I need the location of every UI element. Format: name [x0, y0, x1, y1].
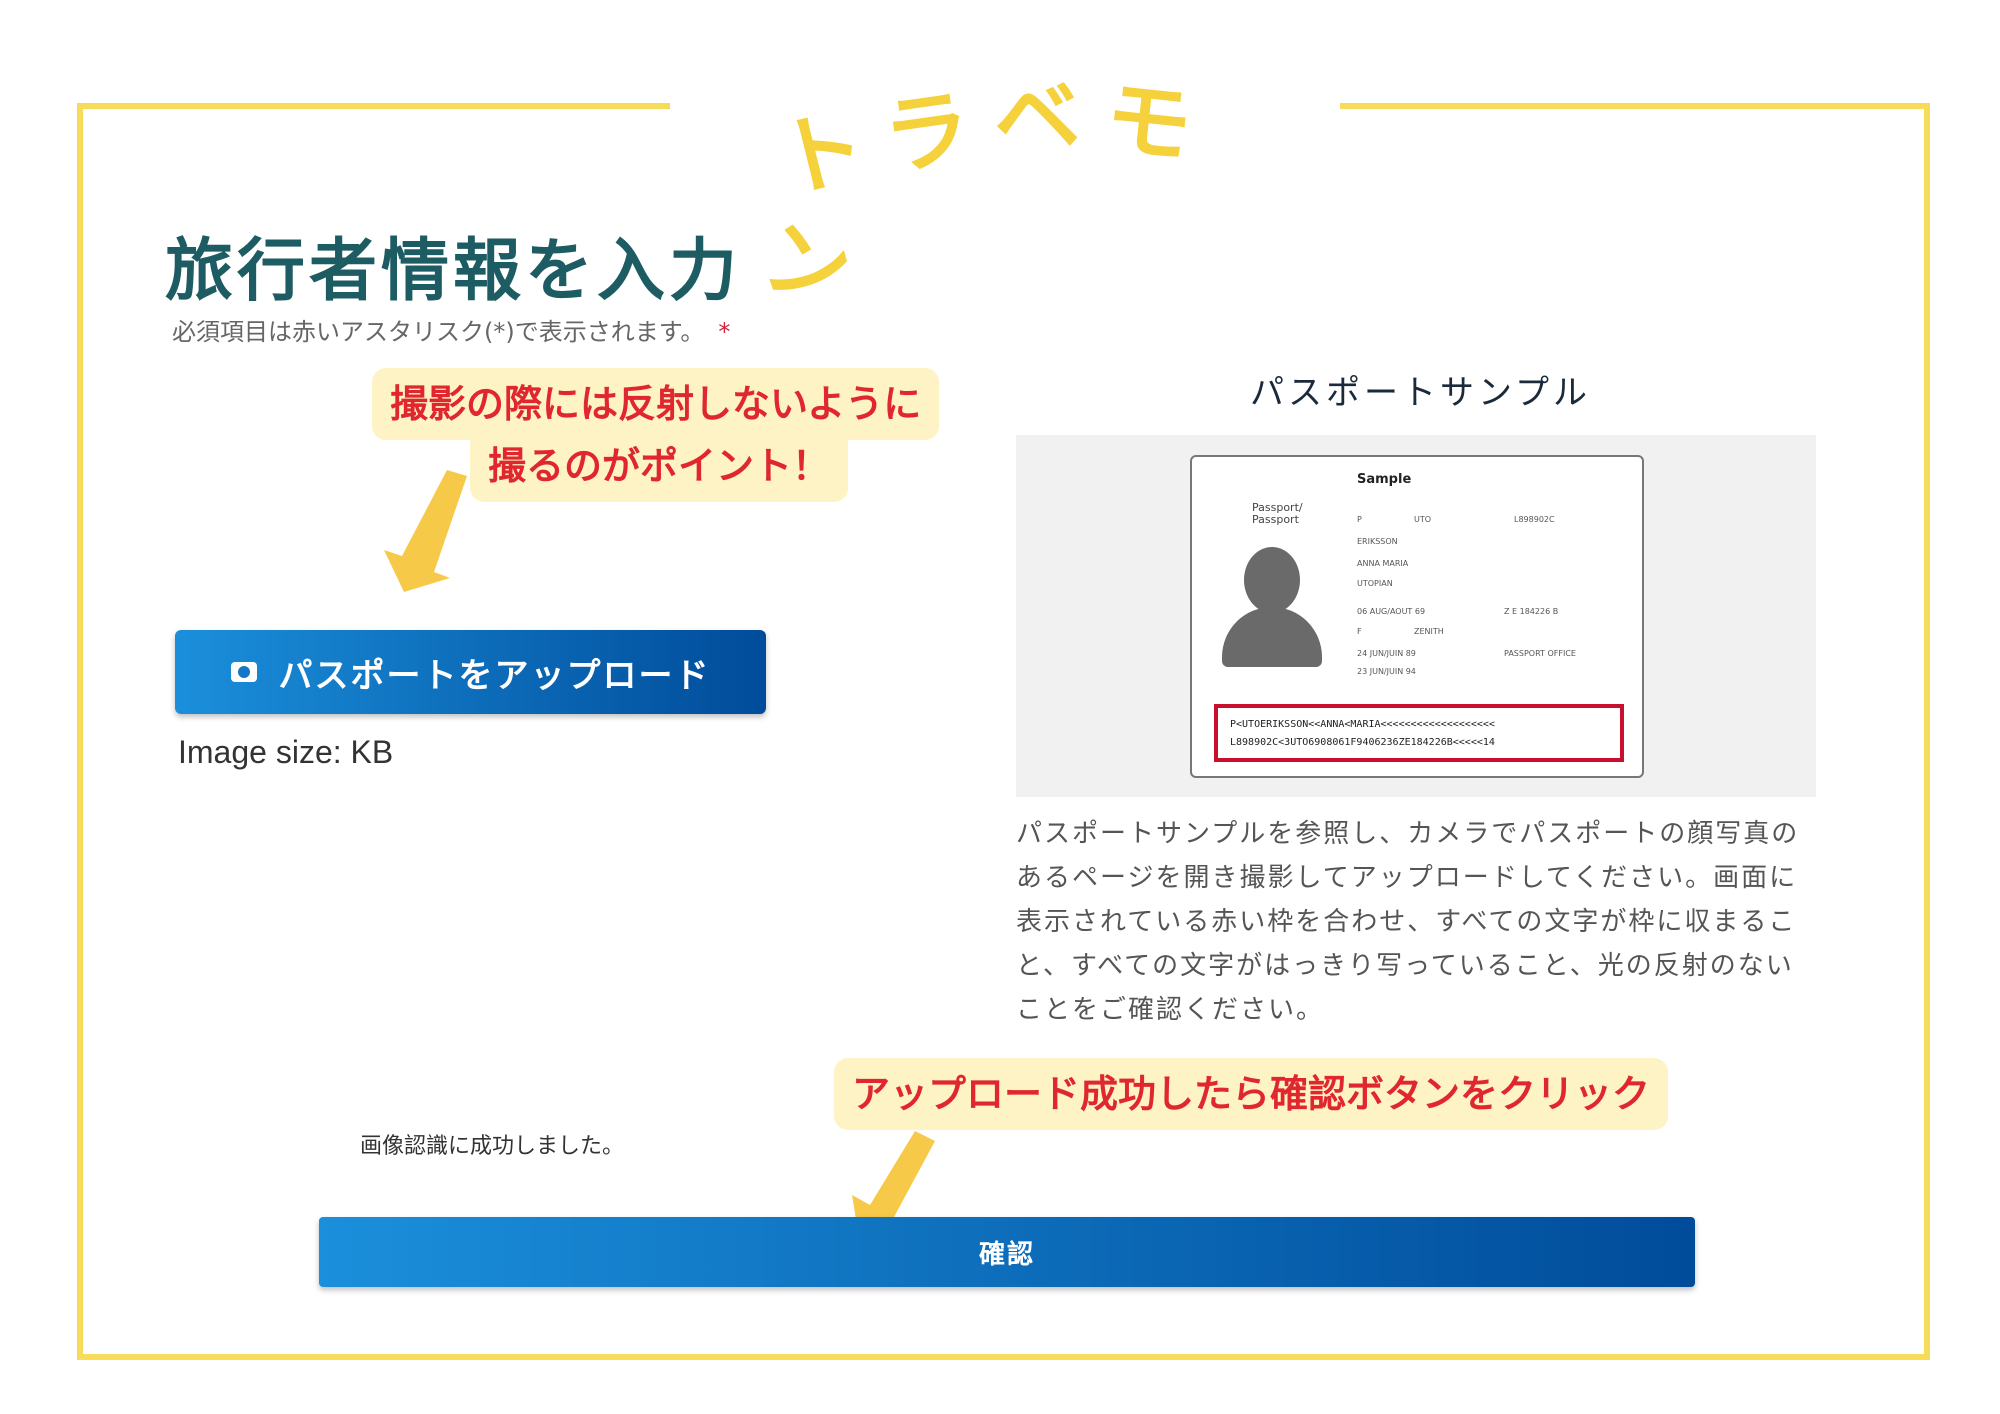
confirm-tip-callout: アップロード成功したら確認ボタンをクリック: [834, 1058, 1669, 1130]
passport-field: P: [1357, 515, 1362, 524]
required-note-text: 必須項目は赤いアスタリスク(*)で表示されます。: [172, 318, 705, 346]
brand-char: モ: [1100, 68, 1223, 180]
passport-field: 06 AUG/AOUT 69: [1357, 607, 1426, 616]
confirm-button[interactable]: 確認: [319, 1217, 1695, 1287]
camera-icon: [230, 662, 257, 682]
passport-label: Passport/Passport: [1252, 501, 1303, 526]
passport-field: 24 JUN/JUIN 89: [1357, 649, 1416, 658]
brand-char: ラ: [877, 74, 1003, 190]
portrait-head: [1244, 547, 1300, 613]
passport-field: UTO: [1414, 515, 1432, 524]
required-note: 必須項目は赤いアスタリスク(*)で表示されます。 *: [172, 312, 730, 347]
passport-field: ZENITH: [1414, 627, 1444, 636]
mrz-line: L898902C<3UTO6908061F9406236ZE184226B<<<…: [1230, 737, 1495, 748]
passport-mrz-frame: P<UTOERIKSSON<<ANNA<MARIA<<<<<<<<<<<<<<<…: [1214, 704, 1624, 762]
image-size-text: Image size: KB: [178, 734, 394, 770]
passport-field: F: [1357, 627, 1362, 636]
upload-passport-button[interactable]: パスポートをアップロード: [175, 630, 766, 714]
passport-field: Z E 184226 B: [1504, 607, 1559, 616]
passport-sample-image: Sample Passport/Passport P UTO L898902C …: [1016, 435, 1816, 797]
passport-field: UTOPIAN: [1357, 579, 1393, 588]
brand-char: ベ: [992, 66, 1108, 170]
passport-field: 23 JUN/JUIN 94: [1357, 667, 1416, 676]
mrz-line: P<UTOERIKSSON<<ANNA<MARIA<<<<<<<<<<<<<<<…: [1230, 719, 1495, 730]
passport-field: ERIKSSON: [1357, 537, 1398, 546]
portrait-body: [1222, 607, 1322, 667]
required-asterisk: *: [718, 318, 731, 346]
tip-callout-line2: 撮るのがポイント！: [470, 430, 849, 502]
upload-passport-label: パスポートをアップロード: [278, 656, 711, 695]
sample-description: パスポートサンプルを参照し、カメラでパスポートの顔写真のあるページを開き撮影して…: [1016, 819, 1800, 1025]
passport-field: ANNA MARIA: [1357, 559, 1409, 568]
page-title: 旅行者情報を入力: [165, 232, 742, 311]
arrow-down-left-icon: [384, 470, 467, 592]
passport-field: L898902C: [1514, 515, 1555, 524]
passport-card: Sample Passport/Passport P UTO L898902C …: [1190, 455, 1644, 778]
sample-title: パスポートサンプル: [1250, 373, 1591, 413]
success-message: 画像認識に成功しました。: [360, 1134, 625, 1159]
brand-logo: トラベモン: [753, 55, 1270, 330]
passport-field: PASSPORT OFFICE: [1504, 649, 1576, 658]
passport-heading: Sample: [1357, 472, 1412, 487]
